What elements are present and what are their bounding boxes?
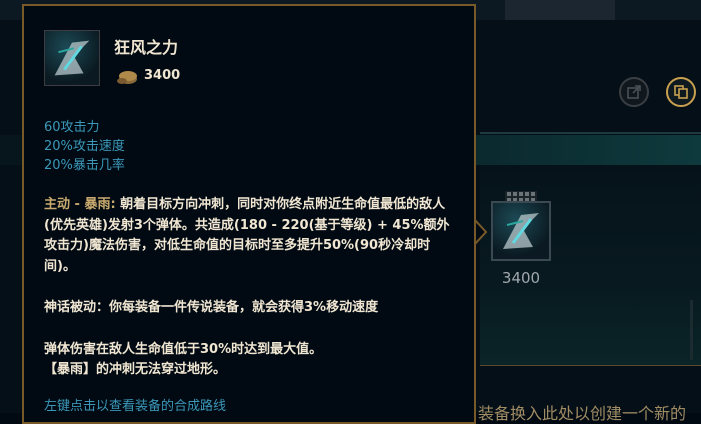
stat-crit-chance: 20%暴击几率 (44, 158, 125, 173)
item-cost: 3400 (144, 68, 181, 83)
tooltip-arrow (474, 219, 488, 245)
partial-hint-text: 装备换入此处以创建一个新的 (478, 404, 687, 423)
item-slot[interactable] (491, 201, 551, 261)
top-bar-tab (505, 0, 615, 20)
slot-price: 3400 (501, 269, 541, 287)
stat-attack-damage: 60攻击力 (44, 120, 100, 135)
copy-button[interactable] (666, 77, 696, 107)
share-button[interactable] (619, 77, 649, 107)
share-icon (627, 85, 641, 99)
stat-attack-speed: 20%攻击速度 (44, 139, 125, 154)
item-name: 狂风之力 (114, 38, 179, 57)
copy-icon (674, 85, 688, 99)
note-line-2: 【暴雨】的冲刺无法穿过地形。 (44, 362, 227, 377)
stats-list: 60攻击力 20%攻击速度 20%暴击几率 (44, 118, 125, 175)
scrollbar[interactable] (690, 300, 693, 360)
item-icon (44, 30, 100, 86)
item-description: 主动 - 暴雨: 朝着目标方向冲刺，同时对你终点附近生命值最低的敌人(优先英雄)… (44, 195, 454, 381)
recipe-hint: 左键点击以查看装备的合成路线 (44, 399, 227, 414)
stormrazor-item-icon (503, 213, 539, 249)
stormrazor-item-icon (54, 40, 90, 76)
passive-description: 神话被动：你每装备一件传说装备，就会获得3%移动速度 (44, 300, 379, 315)
item-tooltip: 狂风之力 3400 60攻击力 20%攻击速度 20%暴击几率 主动 - 暴雨:… (22, 4, 476, 424)
bottom-separator (480, 365, 701, 366)
active-description: 主动 - 暴雨: 朝着目标方向冲刺，同时对你终点附近生命值最低的敌人(优先英雄)… (44, 195, 454, 277)
gold-coin-icon (117, 71, 137, 84)
note-line-1: 弹体伤害在敌人生命值低于30%时达到最大值。 (44, 341, 323, 357)
active-label: 主动 - 暴雨: (44, 197, 116, 212)
background-separator (480, 132, 701, 134)
